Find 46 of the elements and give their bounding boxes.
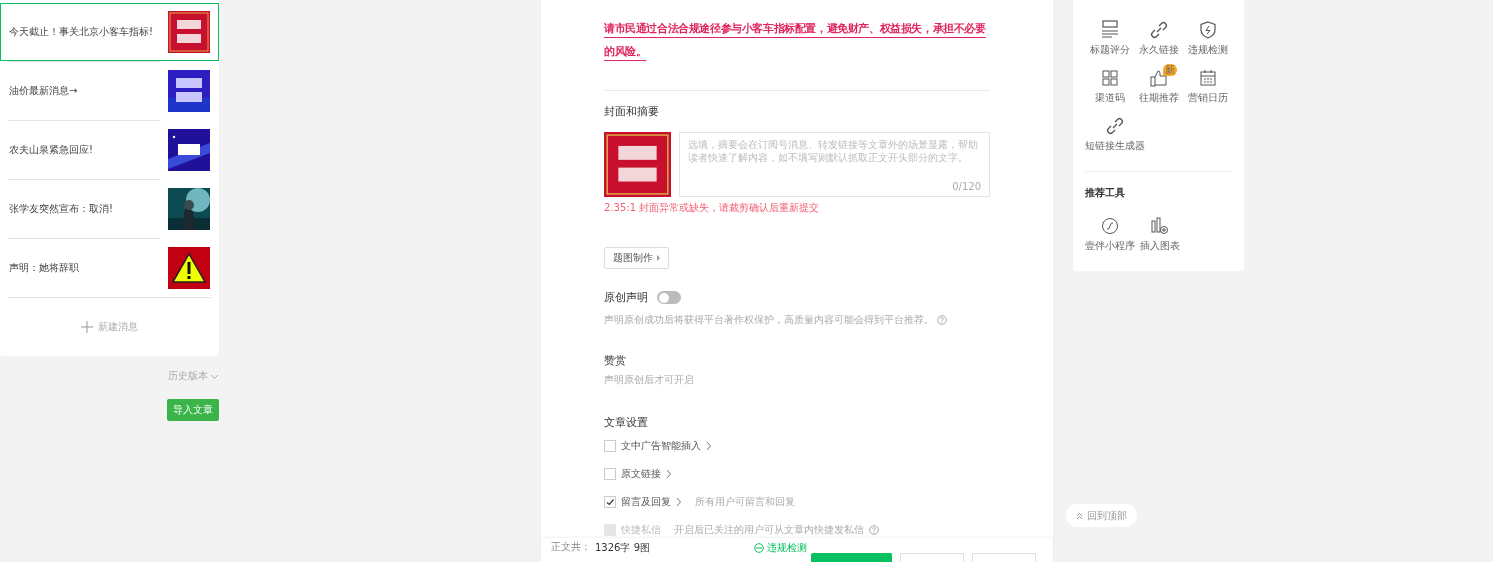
tool-label: 违规检测 xyxy=(1187,43,1228,57)
tool-label: 永久链接 xyxy=(1138,43,1179,57)
tool-item[interactable]: 标题评分 xyxy=(1085,20,1134,57)
tool-item[interactable]: 壹伴小程序 xyxy=(1085,216,1135,253)
tool-label: 短链接生成器 xyxy=(1085,139,1145,153)
section-title: 封面和摘要 xyxy=(604,104,660,119)
tool-item[interactable]: 永久链接 xyxy=(1134,20,1183,57)
new-badge: 新 xyxy=(1163,64,1177,76)
article-item[interactable]: 今天截止！事关北京小客车指标! xyxy=(0,3,219,61)
article-title: 农夫山泉紧急回应! xyxy=(9,143,94,157)
article-item[interactable]: 油价最新消息→ xyxy=(0,62,219,120)
section-title: 赞赏 xyxy=(604,353,627,368)
tool-label: 插入图表 xyxy=(1139,239,1180,253)
hint-text: 开启后已关注的用户可从文章内快捷发私信 xyxy=(674,523,864,537)
article-item[interactable]: 声明：她将辞职 xyxy=(0,239,219,297)
tool-label: 营销日历 xyxy=(1187,91,1228,105)
error-text: 2.35:1 封面异常或缺失，请裁剪确认后重新提交 xyxy=(604,201,821,215)
article-item[interactable]: 农夫山泉紧急回应! xyxy=(0,121,219,179)
option-label: 留言及回复 xyxy=(621,495,671,509)
tool-label: 渠道码 xyxy=(1094,91,1125,105)
article-title: 声明：她将辞职 xyxy=(9,261,80,275)
article-item[interactable]: 张学友突然宣布：取消! xyxy=(0,180,219,238)
tool-item[interactable]: 营销日历 xyxy=(1183,68,1232,105)
notice-text: 请市民通过合法合规途径参与小客车指标配置，避免财产、权益损失，承担不必要的风险。 xyxy=(604,21,987,59)
char-counter: 0/120 xyxy=(952,181,981,192)
section-title: 推荐工具 xyxy=(1085,186,1126,200)
description-text: 声明原创后才可开启 xyxy=(604,373,694,387)
article-title: 油价最新消息→ xyxy=(9,84,79,98)
tool-label: 往期推荐 xyxy=(1138,91,1179,105)
word-count-label: 正文共： xyxy=(551,541,591,554)
tool-item[interactable]: 违规检测 xyxy=(1183,20,1232,57)
tool-label: 标题评分 xyxy=(1089,43,1130,57)
word-count: 1326字 9图 xyxy=(595,541,650,555)
hint-text: 所有用户可留言和回复 xyxy=(695,495,795,509)
article-title: 今天截止！事关北京小客车指标! xyxy=(9,25,154,39)
tool-item[interactable]: 插入图表 xyxy=(1135,216,1184,253)
tool-item[interactable]: 短链接生成器 xyxy=(1085,116,1145,153)
option-label: 原文链接 xyxy=(621,467,661,481)
description-text: 声明原创成功后将获得平台著作权保护，高质量内容可能会得到平台推荐。 xyxy=(604,313,934,327)
tool-label: 壹伴小程序 xyxy=(1085,239,1135,253)
article-title: 张学友突然宣布：取消! xyxy=(9,202,114,216)
tool-item[interactable]: 渠道码 xyxy=(1085,68,1134,105)
cover-make-button[interactable]: 题图制作 xyxy=(604,247,669,269)
section-title: 文章设置 xyxy=(604,415,649,430)
option-label: 文中广告智能插入 xyxy=(621,439,701,453)
section-title: 原创声明 xyxy=(604,290,648,305)
